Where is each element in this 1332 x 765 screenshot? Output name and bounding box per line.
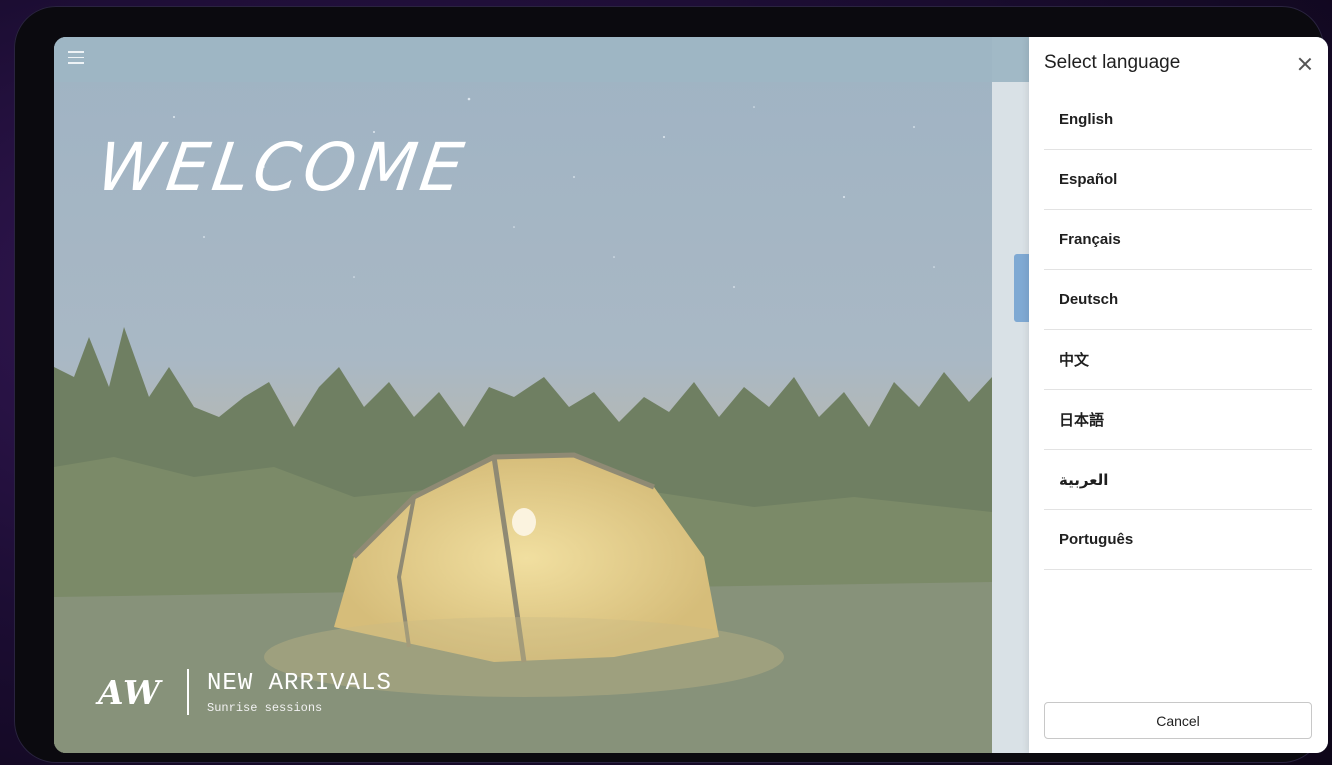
language-option-chinese[interactable]: 中文 (1044, 330, 1312, 390)
language-label: 日本語 (1059, 412, 1105, 429)
language-option-deutsch[interactable]: Deutsch (1044, 270, 1312, 330)
language-option-espanol[interactable]: Español (1044, 150, 1312, 210)
language-label: العربية (1059, 471, 1109, 489)
language-option-english[interactable]: English (1044, 90, 1312, 150)
collection-subtitle: Sunrise sessions (207, 700, 323, 715)
collection-title: NEW ARRIVALS (207, 669, 392, 697)
close-icon[interactable] (1296, 55, 1314, 73)
language-option-japanese[interactable]: 日本語 (1044, 390, 1312, 450)
brand-divider (187, 669, 190, 715)
language-label: English (1059, 111, 1114, 128)
language-label: Français (1059, 231, 1121, 248)
hamburger-menu-icon[interactable] (68, 51, 84, 65)
language-option-arabic[interactable]: العربية (1044, 450, 1312, 510)
language-list: English Español Français Deutsch 中文 日本語 … (1044, 90, 1312, 570)
device-frame: WELCOME AW NEW ARRIVALS Sunrise sessions… (14, 6, 1328, 763)
panel-title: Select language (1044, 52, 1181, 73)
hero-image: WELCOME AW NEW ARRIVALS Sunrise sessions (54, 37, 992, 753)
accent-tab (1014, 254, 1029, 322)
language-option-francais[interactable]: Français (1044, 210, 1312, 270)
language-option-portugues[interactable]: Português (1044, 510, 1312, 570)
cancel-button[interactable]: Cancel (1044, 702, 1312, 739)
brand-text: NEW ARRIVALS Sunrise sessions (207, 670, 392, 715)
language-label: Español (1059, 171, 1118, 188)
language-panel: Select language English Español Français… (1029, 37, 1328, 753)
language-label: Deutsch (1059, 291, 1119, 308)
brand-logo: AW (98, 672, 162, 712)
language-label: Português (1059, 531, 1134, 548)
welcome-heading: WELCOME (92, 129, 472, 206)
app-screen: WELCOME AW NEW ARRIVALS Sunrise sessions… (54, 37, 1328, 753)
content-strip (992, 82, 1029, 753)
brand-block: AW NEW ARRIVALS Sunrise sessions (98, 669, 392, 715)
language-label: 中文 (1059, 352, 1090, 369)
